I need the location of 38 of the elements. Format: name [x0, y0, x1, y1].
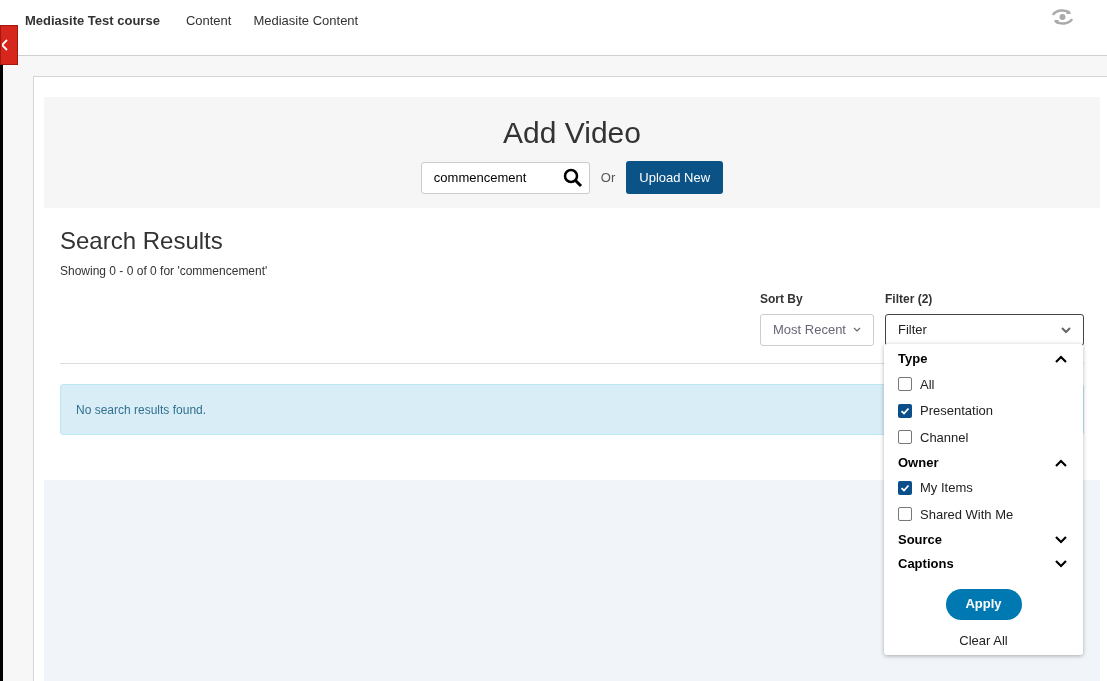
clear-all-link[interactable]: Clear All [959, 630, 1008, 650]
group-title[interactable]: Captions [898, 553, 954, 574]
search-field[interactable]: commencement [420, 161, 590, 194]
course-title[interactable]: Mediasite Test course [25, 11, 160, 31]
option-label: My Items [920, 479, 973, 497]
upload-new-button[interactable]: Upload New [626, 161, 724, 194]
nav-link[interactable]: Mediasite Content [253, 11, 359, 31]
apply-button[interactable]: Apply [945, 588, 1022, 620]
checkbox[interactable] [898, 377, 912, 392]
alert-message: No search results found. [76, 401, 207, 419]
search-icon[interactable] [562, 167, 583, 188]
sort-label: Sort By [760, 291, 804, 308]
nav-link[interactable]: Content [185, 11, 232, 31]
chevron-up-icon[interactable] [1055, 458, 1067, 467]
group-title[interactable]: Type [898, 349, 928, 369]
chevron-up-icon[interactable] [1055, 355, 1067, 363]
or-label: Or [600, 168, 616, 187]
checkbox[interactable] [898, 430, 912, 445]
sort-dropdown[interactable]: Most Recent [760, 314, 874, 346]
checkbox[interactable] [898, 403, 912, 418]
checkmark-icon [900, 482, 910, 493]
results-title: Search Results [60, 228, 224, 254]
close-icon[interactable] [2, 39, 8, 51]
option-label: Presentation [920, 402, 993, 420]
page-title: Add Video [503, 115, 641, 151]
checkbox[interactable] [898, 507, 912, 522]
chevron-down-icon[interactable] [1055, 559, 1067, 568]
option-label: All [920, 375, 935, 394]
filter-label: Filter (2) [885, 291, 934, 308]
group-title[interactable]: Source [898, 529, 943, 550]
results-summary: Showing 0 - 0 of 0 for 'commencement' [60, 263, 269, 280]
checkmark-icon [900, 405, 910, 416]
close-tab[interactable] [0, 25, 18, 65]
group-title[interactable]: Owner [898, 452, 939, 473]
chevron-down-icon[interactable] [1055, 535, 1067, 544]
option-label: Channel [920, 428, 969, 447]
option-label: Shared With Me [920, 505, 1014, 524]
checkbox[interactable] [898, 480, 912, 495]
